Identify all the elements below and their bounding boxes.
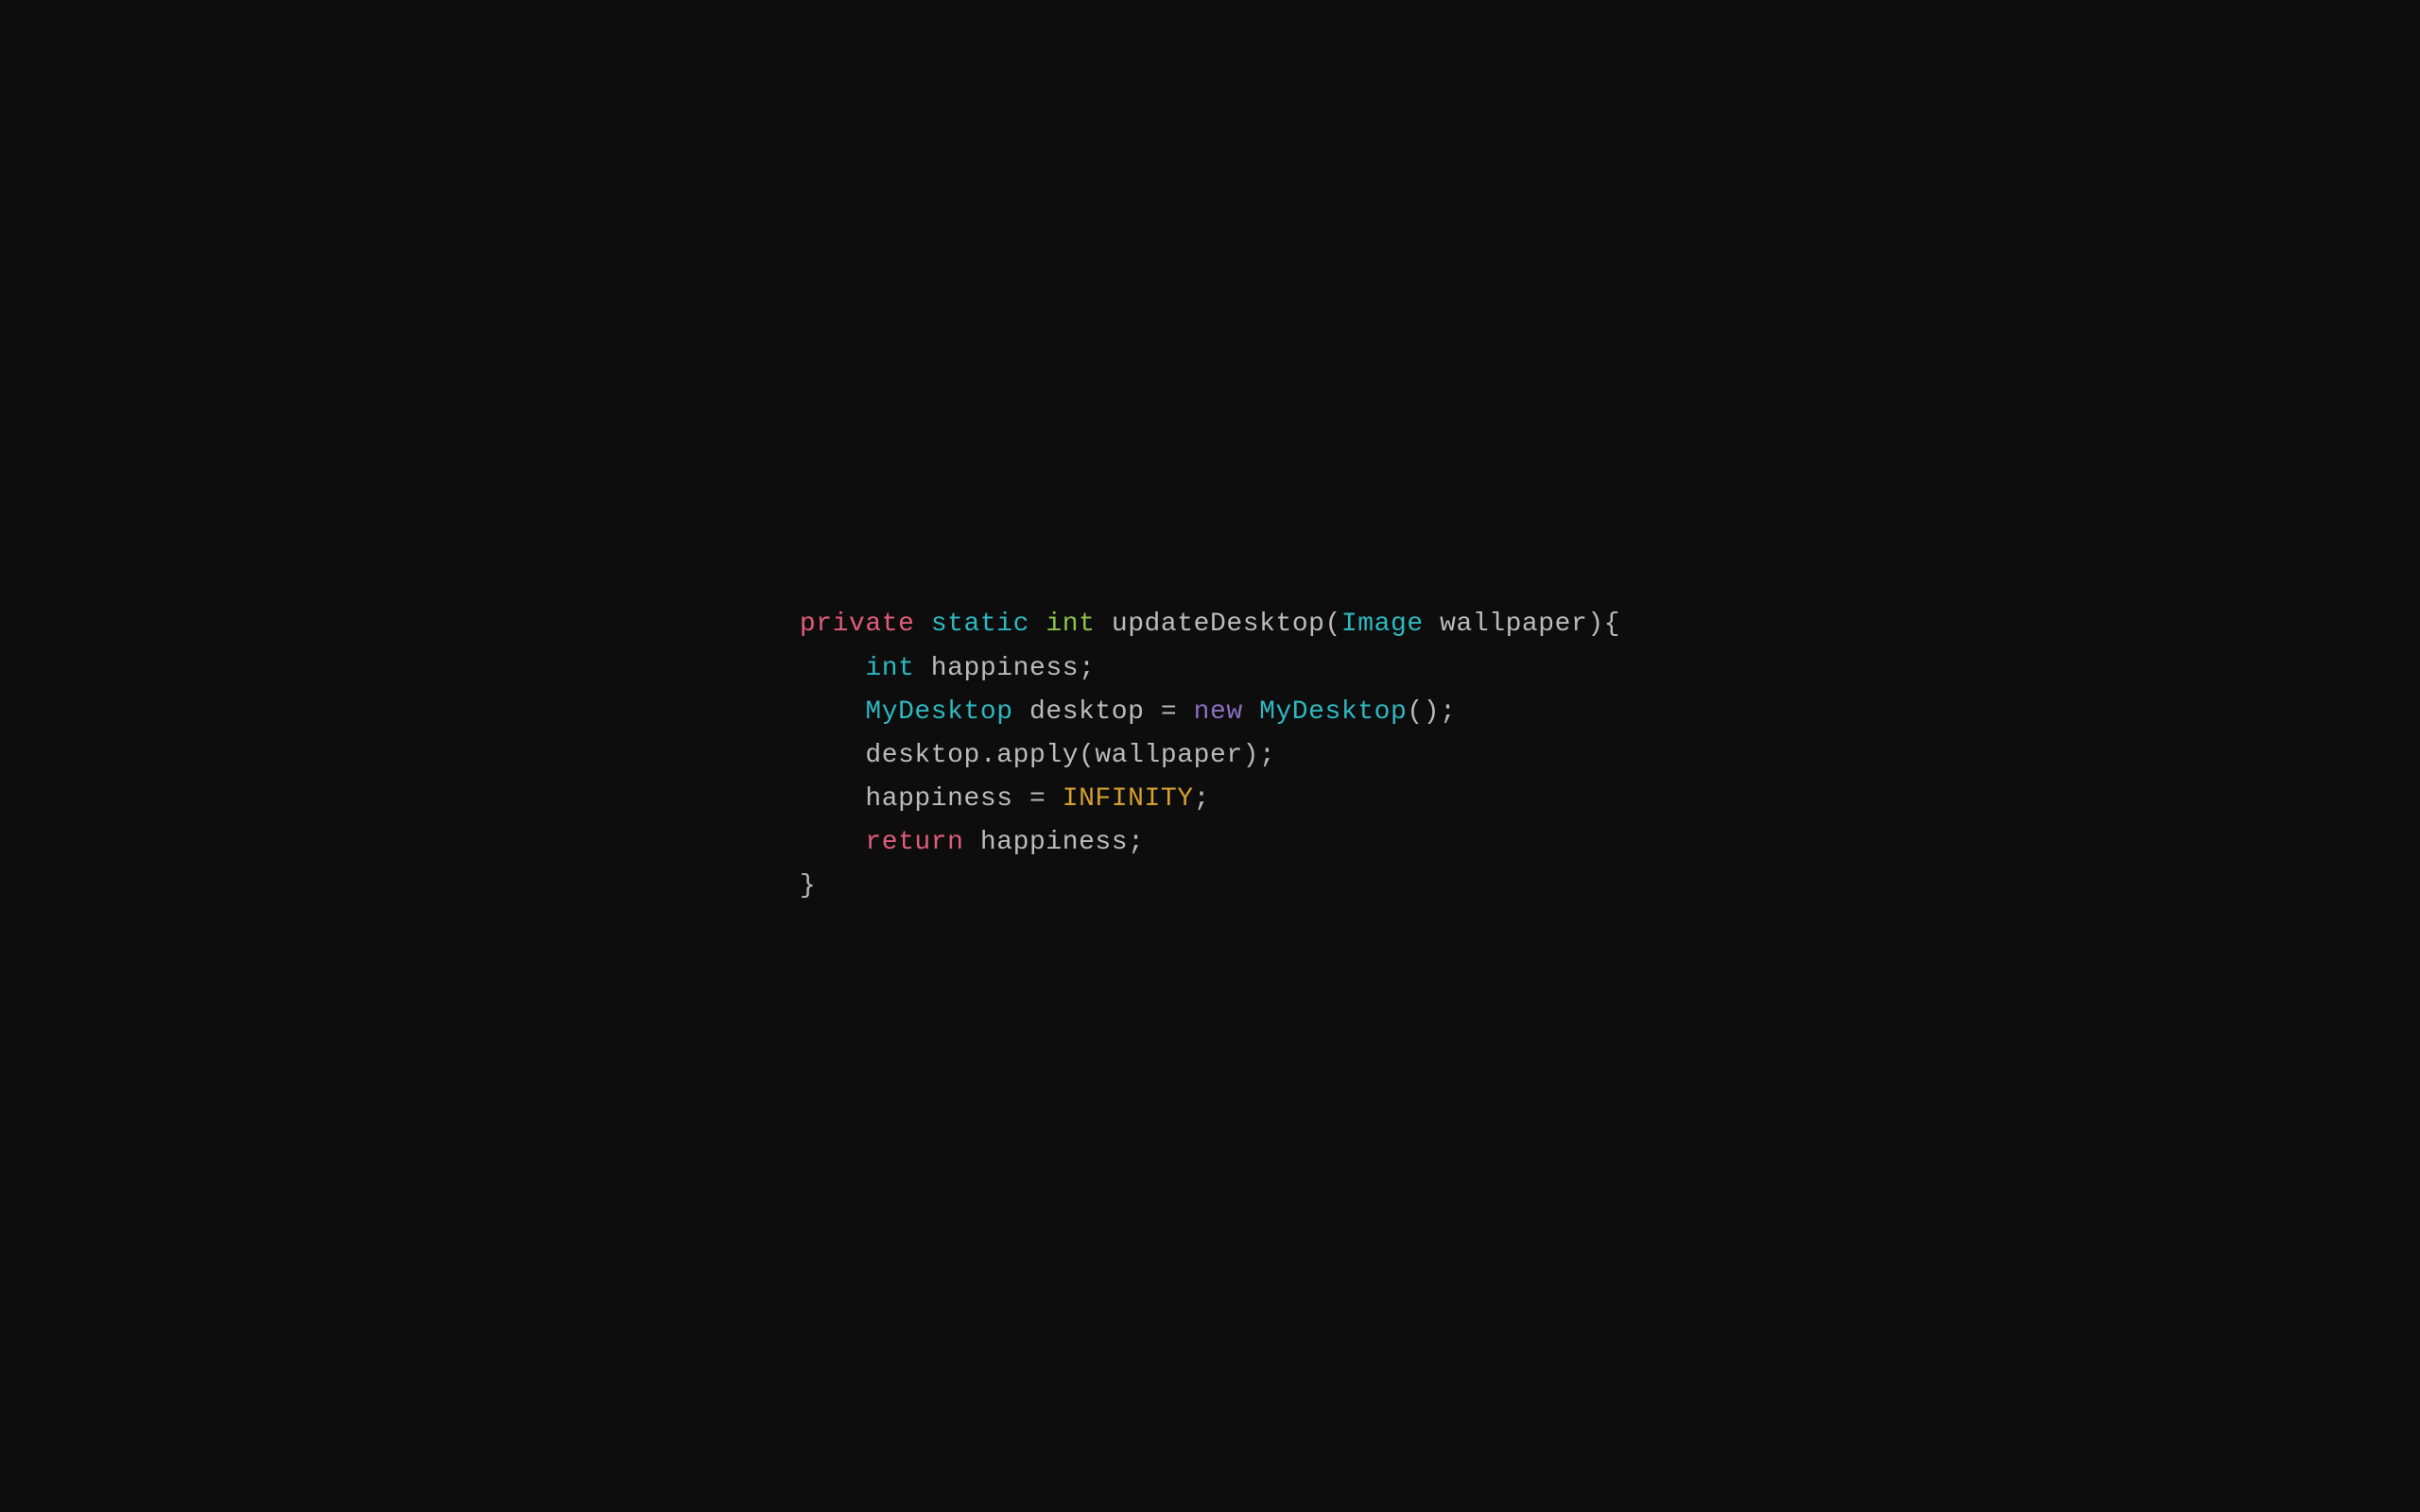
code-token: INFINITY	[1063, 784, 1194, 814]
code-token: int	[865, 654, 914, 683]
code-token: desktop.apply(wallpaper);	[800, 741, 1276, 770]
code-token: happiness;	[964, 828, 1145, 857]
code-line: desktop.apply(wallpaper);	[800, 734, 1620, 778]
code-token: happiness;	[914, 654, 1095, 683]
code-token: private	[800, 610, 915, 639]
code-token	[800, 697, 865, 727]
code-token	[914, 610, 930, 639]
code-token: Image	[1341, 610, 1424, 639]
code-line: MyDesktop desktop = new MyDesktop();	[800, 691, 1620, 734]
code-token	[800, 828, 865, 857]
code-token: int	[1046, 610, 1095, 639]
code-token: new	[1194, 697, 1243, 727]
code-line: return happiness;	[800, 821, 1620, 865]
code-line: private static int updateDesktop(Image w…	[800, 603, 1620, 646]
code-line: happiness = INFINITY;	[800, 778, 1620, 821]
code-token: MyDesktop	[1259, 697, 1407, 727]
code-token: ;	[1194, 784, 1210, 814]
code-line: }	[800, 865, 1620, 908]
code-token	[1029, 610, 1046, 639]
code-line: int happiness;	[800, 647, 1620, 691]
code-token: wallpaper){	[1424, 610, 1620, 639]
code-token: }	[800, 871, 816, 901]
code-token: desktop =	[1013, 697, 1194, 727]
code-token: return	[865, 828, 963, 857]
code-token	[1243, 697, 1259, 727]
code-token: MyDesktop	[865, 697, 1012, 727]
code-display: private static int updateDesktop(Image w…	[800, 603, 1620, 908]
code-token	[800, 654, 865, 683]
code-token: ();	[1407, 697, 1456, 727]
code-token: updateDesktop(	[1095, 610, 1340, 639]
code-token: static	[931, 610, 1029, 639]
code-token: happiness =	[800, 784, 1063, 814]
